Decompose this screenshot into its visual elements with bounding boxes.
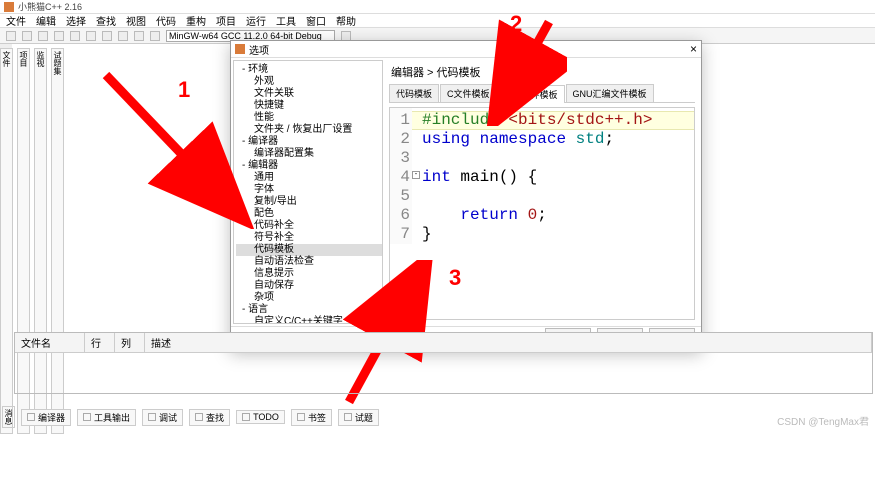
app-icon bbox=[4, 2, 14, 12]
bottom-panel: 文件名 行 列 描述 bbox=[14, 332, 873, 394]
dialog-body: - 环境外观文件关联快捷键性能文件夹 / 恢复出厂设置- 编译器编译器配置集- … bbox=[231, 58, 701, 326]
tree-node[interactable]: 外观 bbox=[236, 76, 382, 88]
menu-查找[interactable]: 查找 bbox=[96, 13, 116, 28]
dialog-titlebar: 选项 × bbox=[231, 41, 701, 58]
left-side-tabs: 文件项目监视试题集 bbox=[0, 44, 12, 434]
stop-icon[interactable] bbox=[118, 31, 128, 41]
template-tabs: 代码模板C文件模板C++文件模板GNU汇编文件模板 bbox=[389, 84, 695, 103]
menu-窗口[interactable]: 窗口 bbox=[306, 13, 326, 28]
breadcrumb: 编辑器 > 代码模板 bbox=[385, 60, 699, 84]
code-content[interactable]: #include <bits/stdc++.h>using namespace … bbox=[422, 111, 652, 244]
save-icon[interactable] bbox=[38, 31, 48, 41]
tab-icon bbox=[344, 413, 352, 421]
menu-重构[interactable]: 重构 bbox=[186, 13, 206, 28]
tab-icon bbox=[297, 413, 305, 421]
tree-node[interactable]: 复制/导出 bbox=[236, 196, 382, 208]
tab-icon bbox=[195, 413, 203, 421]
dialog-icon bbox=[235, 44, 245, 54]
tree-node[interactable]: 信息提示 bbox=[236, 268, 382, 280]
app-titlebar: 小熊猫C++ 2.16 bbox=[0, 0, 875, 14]
menu-工具[interactable]: 工具 bbox=[276, 13, 296, 28]
side-tab[interactable]: 文件 bbox=[0, 48, 13, 434]
menubar: 文件编辑选择查找视图代码重构项目运行工具窗口帮助 bbox=[0, 14, 875, 28]
bottom-tab[interactable]: 查找 bbox=[189, 409, 230, 426]
debug-icon[interactable] bbox=[134, 31, 144, 41]
template-tab[interactable]: C文件模板 bbox=[440, 84, 497, 102]
dialog-title: 选项 bbox=[249, 42, 269, 57]
tree-node[interactable]: - 环境 bbox=[236, 64, 382, 76]
bottom-tab[interactable]: 编译器 bbox=[21, 409, 71, 426]
menu-文件[interactable]: 文件 bbox=[6, 13, 26, 28]
tree-node[interactable]: 自动语法检查 bbox=[236, 256, 382, 268]
menu-编辑[interactable]: 编辑 bbox=[36, 13, 56, 28]
template-tab[interactable]: C++文件模板 bbox=[498, 85, 565, 103]
options-dialog: 选项 × - 环境外观文件关联快捷键性能文件夹 / 恢复出厂设置- 编译器编译器… bbox=[230, 40, 702, 350]
tree-node[interactable]: 自定义C/C++关键字 bbox=[236, 316, 382, 324]
watermark: CSDN @TengMax君 bbox=[777, 413, 869, 428]
open-icon[interactable] bbox=[22, 31, 32, 41]
tree-node[interactable]: 配色 bbox=[236, 208, 382, 220]
col-line[interactable]: 行 bbox=[85, 333, 115, 352]
code-editor[interactable]: 1234567 - #include <bits/stdc++.h>using … bbox=[389, 107, 695, 320]
tree-node[interactable]: 代码模板 bbox=[236, 244, 382, 256]
tree-node[interactable]: 字体 bbox=[236, 184, 382, 196]
menu-代码[interactable]: 代码 bbox=[156, 13, 176, 28]
app-title: 小熊猫C++ 2.16 bbox=[18, 0, 82, 13]
refresh-icon[interactable] bbox=[341, 31, 351, 41]
fold-gutter: - bbox=[412, 108, 420, 319]
bottom-tab[interactable]: 工具输出 bbox=[77, 409, 136, 426]
bottom-tab[interactable]: TODO bbox=[236, 410, 285, 424]
tab-icon bbox=[148, 413, 156, 421]
tab-icon bbox=[27, 413, 35, 421]
tree-node[interactable]: - 编辑器 bbox=[236, 160, 382, 172]
messages-label: 消息 bbox=[2, 406, 15, 428]
template-tab[interactable]: 代码模板 bbox=[389, 84, 439, 102]
menu-项目[interactable]: 项目 bbox=[216, 13, 236, 28]
build-icon[interactable] bbox=[86, 31, 96, 41]
fold-marker-icon[interactable]: - bbox=[412, 171, 420, 179]
main-area: 文件项目监视试题集 选项 × - 环境外观文件关联快捷键性能文件夹 / 恢复出厂… bbox=[0, 44, 875, 434]
col-col[interactable]: 列 bbox=[115, 333, 145, 352]
tab-icon bbox=[83, 413, 91, 421]
tree-node[interactable]: 通用 bbox=[236, 172, 382, 184]
menu-帮助[interactable]: 帮助 bbox=[336, 13, 356, 28]
tree-node[interactable]: 杂项 bbox=[236, 292, 382, 304]
bottom-panel-header: 文件名 行 列 描述 bbox=[15, 333, 872, 353]
undo-icon[interactable] bbox=[54, 31, 64, 41]
col-desc[interactable]: 描述 bbox=[145, 333, 872, 352]
tree-node[interactable]: 代码补全 bbox=[236, 220, 382, 232]
tree-node[interactable]: 编译器配置集 bbox=[236, 148, 382, 160]
template-tab[interactable]: GNU汇编文件模板 bbox=[566, 84, 654, 102]
options-content: 编辑器 > 代码模板 代码模板C文件模板C++文件模板GNU汇编文件模板 123… bbox=[385, 60, 699, 324]
tree-node[interactable]: 符号补全 bbox=[236, 232, 382, 244]
menu-视图[interactable]: 视图 bbox=[126, 13, 146, 28]
tree-node[interactable]: 文件夹 / 恢复出厂设置 bbox=[236, 124, 382, 136]
bottom-tabs: 消息 编译器工具输出调试查找 TODO 书签试题 bbox=[2, 406, 379, 428]
redo-icon[interactable] bbox=[70, 31, 80, 41]
tab-icon bbox=[242, 413, 250, 421]
annotation-label-1: 1 bbox=[178, 77, 190, 103]
tree-node[interactable]: 性能 bbox=[236, 112, 382, 124]
tree-node[interactable]: 快捷键 bbox=[236, 100, 382, 112]
col-filename[interactable]: 文件名 bbox=[15, 333, 85, 352]
close-icon[interactable]: × bbox=[690, 42, 697, 56]
line-number-gutter: 1234567 bbox=[390, 108, 412, 244]
bottom-tab[interactable]: 书签 bbox=[291, 409, 332, 426]
tree-node[interactable]: - 编译器 bbox=[236, 136, 382, 148]
menu-选择[interactable]: 选择 bbox=[66, 13, 86, 28]
menu-运行[interactable]: 运行 bbox=[246, 13, 266, 28]
bottom-tab[interactable]: 调试 bbox=[142, 409, 183, 426]
new-file-icon[interactable] bbox=[6, 31, 16, 41]
step-icon[interactable] bbox=[150, 31, 160, 41]
bottom-tab[interactable]: 试题 bbox=[338, 409, 379, 426]
options-tree: - 环境外观文件关联快捷键性能文件夹 / 恢复出厂设置- 编译器编译器配置集- … bbox=[233, 60, 383, 324]
tree-node[interactable]: 自动保存 bbox=[236, 280, 382, 292]
tree-node[interactable]: - 语言 bbox=[236, 304, 382, 316]
tree-node[interactable]: 文件关联 bbox=[236, 88, 382, 100]
run-icon[interactable] bbox=[102, 31, 112, 41]
